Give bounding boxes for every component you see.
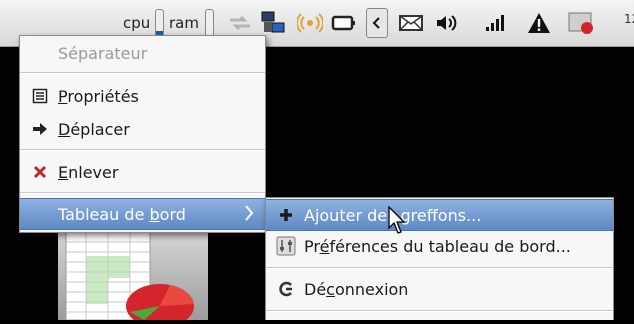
ram-meter[interactable] xyxy=(205,9,214,37)
properties-icon xyxy=(28,88,52,104)
remove-x-icon xyxy=(28,165,52,179)
dashboard-submenu: Ajouter des greffons... Préférences du t… xyxy=(265,197,614,320)
volume-icon[interactable] xyxy=(433,11,461,35)
menu-item-add-plugins[interactable]: Ajouter des greffons... xyxy=(266,199,613,231)
menu-item-label: Séparateur xyxy=(58,43,148,63)
menu-item-dashboard[interactable]: Tableau de bord xyxy=(20,198,265,230)
menu-item-properties[interactable]: Propriétés xyxy=(20,81,265,111)
menu-divider xyxy=(20,149,265,151)
warning-icon[interactable] xyxy=(525,11,553,35)
monitors-icon[interactable] xyxy=(260,11,288,35)
battery-icon[interactable] xyxy=(330,11,358,35)
menu-item-remove[interactable]: Enlever xyxy=(20,157,265,187)
menu-divider xyxy=(20,72,265,74)
mouse-pointer-icon xyxy=(388,205,408,240)
menu-item-panel-preferences[interactable]: Préférences du tableau de bord... xyxy=(266,231,613,261)
ram-label: ram xyxy=(169,14,199,32)
cpu-label: cpu xyxy=(123,14,151,32)
preferences-icon xyxy=(274,236,298,256)
menu-item-label: Propriétés xyxy=(58,86,139,106)
mail-icon[interactable] xyxy=(397,11,425,35)
menu-item-move[interactable]: Déplacer xyxy=(20,114,265,144)
move-arrow-icon xyxy=(28,122,52,136)
signal-icon[interactable] xyxy=(481,11,509,35)
menu-item-label: Préférences du tableau de bord... xyxy=(304,236,571,256)
collapse-left-icon[interactable] xyxy=(366,8,388,38)
menu-item-logout[interactable]: Déconnexion xyxy=(266,274,613,304)
menu-divider xyxy=(266,310,613,312)
menu-item-separator: Séparateur xyxy=(20,38,265,68)
panel-context-menu: Séparateur Propriétés Déplacer Enlever T… xyxy=(19,35,266,233)
wireless-icon[interactable] xyxy=(296,11,324,35)
menu-divider xyxy=(20,192,265,194)
spreadsheet-thumbnail-icon xyxy=(58,228,208,324)
menu-item-label: Déconnexion xyxy=(304,279,409,299)
menu-item-label: Enlever xyxy=(58,162,119,182)
chevron-right-icon xyxy=(243,204,255,226)
menu-item-label: Tableau de bord xyxy=(58,204,186,224)
clock[interactable]: 12 xyxy=(624,12,634,26)
logout-icon xyxy=(274,281,298,297)
menu-divider xyxy=(266,267,613,269)
network-activity-icon[interactable] xyxy=(226,11,254,35)
menu-item-label: Déplacer xyxy=(58,119,130,139)
record-icon[interactable] xyxy=(567,11,595,35)
cpu-meter[interactable] xyxy=(155,9,164,37)
add-plus-icon xyxy=(274,208,298,222)
